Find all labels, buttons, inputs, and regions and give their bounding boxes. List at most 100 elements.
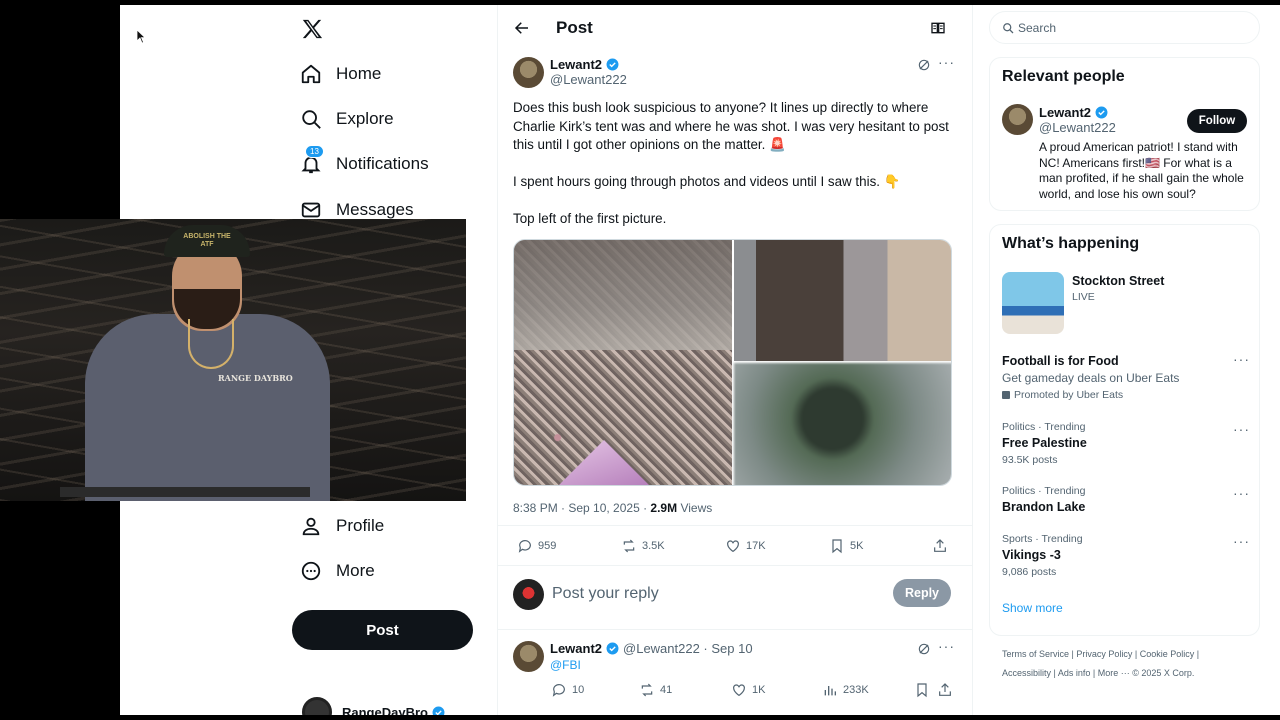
x-logo-icon[interactable] xyxy=(301,18,323,40)
relevant-people-title: Relevant people xyxy=(1002,68,1125,85)
account-switcher[interactable]: RangeDayBro xyxy=(302,697,445,715)
media-image-closeup[interactable] xyxy=(734,363,951,485)
verified-icon xyxy=(1095,106,1108,119)
post-button[interactable]: Post xyxy=(292,610,473,650)
views-count: 2.9M xyxy=(650,501,678,515)
bookmark-icon[interactable] xyxy=(914,682,930,698)
repost-action[interactable]: 41 xyxy=(639,682,672,698)
more-options-icon[interactable]: ··· xyxy=(938,638,955,654)
tweet-time[interactable]: 8:38 PM · Sep 10, 2025 · xyxy=(513,501,650,515)
bookmark-count: 5K xyxy=(850,540,864,552)
nav-label: Explore xyxy=(336,109,394,128)
mouse-cursor-icon xyxy=(137,30,145,43)
reply-action[interactable]: 10 xyxy=(551,682,584,698)
more-options-icon[interactable]: ··· xyxy=(1233,421,1250,437)
analytics-icon xyxy=(824,686,836,696)
views-count: 233K xyxy=(843,684,869,696)
more-options-icon[interactable]: ··· xyxy=(1233,351,1250,367)
live-title[interactable]: Stockton Street xyxy=(1072,274,1164,288)
grok-icon[interactable] xyxy=(917,58,931,72)
divider xyxy=(497,629,972,630)
nav-profile[interactable]: Profile xyxy=(300,510,384,542)
search-icon xyxy=(1003,22,1014,33)
views-action[interactable]: 233K xyxy=(822,682,869,698)
bell-icon: 13 xyxy=(300,145,324,175)
back-arrow-icon[interactable] xyxy=(513,19,531,37)
mail-icon xyxy=(300,199,322,221)
column-divider xyxy=(972,5,973,715)
author-avatar[interactable] xyxy=(513,57,544,88)
like-count: 1K xyxy=(752,684,766,696)
views-label: Views xyxy=(680,501,713,515)
show-more-link[interactable]: Show more xyxy=(1002,601,1063,615)
home-icon xyxy=(300,63,322,85)
author-name: Lewant2 xyxy=(550,57,603,72)
trend-name[interactable]: Free Palestine xyxy=(1002,436,1087,450)
share-icon[interactable] xyxy=(932,538,948,554)
more-options-icon[interactable]: ··· xyxy=(1233,485,1250,501)
more-circle-icon xyxy=(300,560,322,582)
repost-action[interactable]: 3.5K xyxy=(621,538,665,554)
nav-home[interactable]: Home xyxy=(300,58,381,90)
promoted-icon xyxy=(1002,391,1010,399)
trend-name[interactable]: Vikings -3 xyxy=(1002,548,1061,562)
search-placeholder: Search xyxy=(1018,20,1057,35)
grok-icon[interactable] xyxy=(917,642,931,656)
reply-author-name: Lewant2 xyxy=(550,641,603,656)
footer-line[interactable]: Accessibility | Ads info | More ··· © 20… xyxy=(1002,664,1262,683)
reply-input[interactable]: Post your reply xyxy=(552,585,659,603)
trend-count: 93.5K posts xyxy=(1002,454,1058,466)
heart-icon xyxy=(727,540,739,553)
tent xyxy=(554,440,654,485)
live-thumbnail[interactable] xyxy=(1002,272,1064,334)
my-avatar xyxy=(513,579,544,610)
reply-author-avatar[interactable] xyxy=(513,641,544,672)
search-icon xyxy=(300,108,322,130)
trend-name[interactable]: Brandon Lake xyxy=(1002,500,1085,514)
laptop xyxy=(60,487,310,497)
nav-label: More xyxy=(336,561,375,580)
reply-action[interactable]: 959 xyxy=(517,538,556,554)
person-avatar[interactable] xyxy=(1002,104,1033,135)
reply-icon xyxy=(552,684,565,697)
person-bio: A proud American patriot! I stand with N… xyxy=(1039,140,1244,201)
live-status: LIVE xyxy=(1072,291,1095,303)
share-icon[interactable] xyxy=(937,682,953,698)
footer-line[interactable]: Terms of Service | Privacy Policy | Cook… xyxy=(1002,645,1262,664)
tweet-meta: 8:38 PM · Sep 10, 2025 · 2.9M Views xyxy=(513,501,712,515)
promo-by-text: Promoted by Uber Eats xyxy=(1014,389,1124,401)
tweet-author[interactable]: Lewant2 @Lewant222 xyxy=(550,57,627,87)
repost-icon xyxy=(641,683,653,697)
reply-button[interactable]: Reply xyxy=(893,579,951,607)
like-action[interactable]: 17K xyxy=(725,538,766,554)
tweet-body: Does this bush look suspicious to anyone… xyxy=(513,99,953,247)
avatar xyxy=(302,697,332,715)
tweet-paragraph: I spent hours going through photos and v… xyxy=(513,174,901,189)
nav-more[interactable]: More xyxy=(300,555,375,587)
reply-author[interactable]: Lewant2 @Lewant222 · Sep 10 xyxy=(550,641,753,656)
account-name: RangeDayBro xyxy=(342,704,428,716)
media-image-building[interactable] xyxy=(734,240,951,361)
media-image-crowd[interactable] xyxy=(514,240,732,485)
like-action[interactable]: 1K xyxy=(731,682,765,698)
person-name: Lewant2 xyxy=(1039,105,1092,120)
promo-title[interactable]: Football is for Food xyxy=(1002,354,1119,368)
media-grid xyxy=(513,239,952,486)
more-options-icon[interactable]: ··· xyxy=(938,54,955,70)
person-info[interactable]: Lewant2 @Lewant222 xyxy=(1039,105,1116,135)
promo-desc: Get gameday deals on Uber Eats xyxy=(1002,371,1180,385)
more-options-icon[interactable]: ··· xyxy=(1233,533,1250,549)
webcam-overlay: ABOLISH THE ATF RANGE DAYBRO xyxy=(0,219,466,501)
bookmark-action[interactable]: 5K xyxy=(829,538,863,554)
nav-notifications[interactable]: 13 Notifications xyxy=(300,145,429,180)
reply-text-mention[interactable]: @FBI xyxy=(550,658,581,672)
divider xyxy=(497,565,972,566)
shirt-text: RANGE DAYBRO xyxy=(218,373,293,383)
reader-mode-icon[interactable] xyxy=(930,20,946,36)
follow-button[interactable]: Follow xyxy=(1187,109,1247,133)
reply-author-handle: @Lewant222 · Sep 10 xyxy=(623,641,753,656)
verified-icon xyxy=(606,58,619,71)
nav-explore[interactable]: Explore xyxy=(300,103,394,135)
author-handle: @Lewant222 xyxy=(550,72,627,87)
search-input[interactable]: Search xyxy=(989,11,1260,44)
